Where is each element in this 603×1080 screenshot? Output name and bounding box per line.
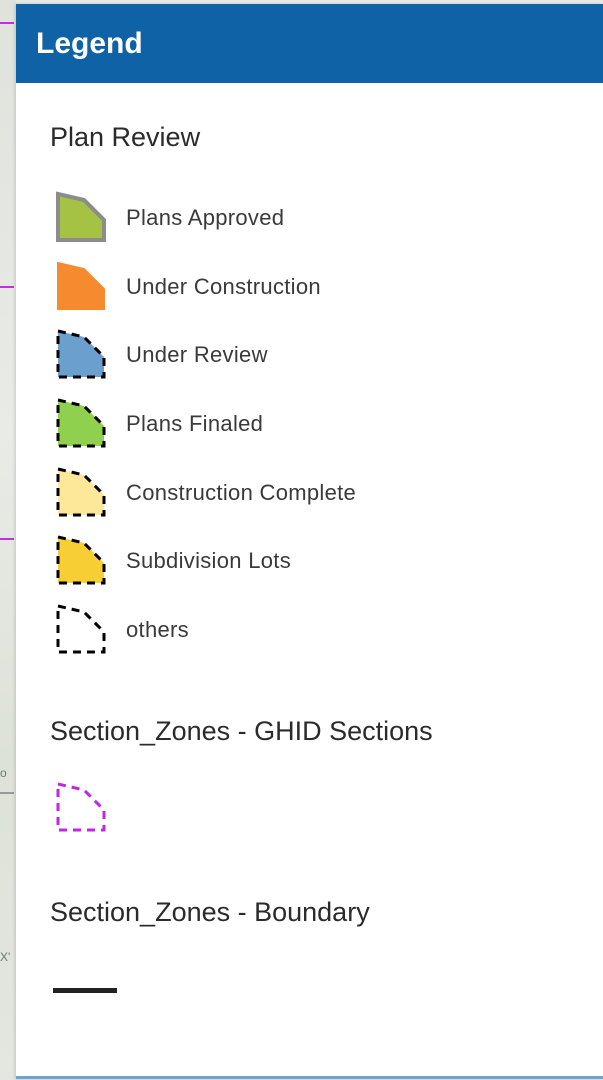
polygon-swatch-icon <box>56 329 106 379</box>
map-feature-line <box>0 792 14 794</box>
legend-item-label: Under Construction <box>126 274 321 299</box>
legend-item-label: others <box>126 617 189 642</box>
section-title-plan-review: Plan Review <box>50 122 201 152</box>
polygon-swatch-icon <box>56 467 106 517</box>
map-background[interactable]: o X' <box>0 0 16 1080</box>
boundary-line-swatch <box>53 988 117 993</box>
map-label: o <box>0 766 7 780</box>
polygon-swatch-icon <box>57 261 105 310</box>
legend-item-label: Construction Complete <box>126 480 357 505</box>
legend-header: Legend <box>16 4 603 83</box>
map-feature-line <box>0 538 14 540</box>
legend-item-label: Subdivision Lots <box>126 548 292 573</box>
polygon-swatch-icon <box>56 535 106 585</box>
polygon-swatch-icon <box>56 782 106 832</box>
polygon-swatch-icon <box>56 604 106 654</box>
legend-item-plans-approved: Plans Approved <box>52 190 284 246</box>
legend-item-label: Plans Approved <box>126 205 285 230</box>
legend-item-label: Under Review <box>126 342 268 367</box>
legend-item-plans-finaled: Plans Finaled <box>52 396 263 452</box>
ghid-section-swatch <box>52 780 110 841</box>
legend-item-construction-complete: Construction Complete <box>52 465 356 521</box>
legend-item-others: others <box>52 602 189 658</box>
map-feature-line <box>0 286 14 288</box>
polygon-swatch-icon <box>56 191 106 242</box>
map-label: X' <box>0 950 11 964</box>
legend-item-label: Plans Finaled <box>126 411 264 436</box>
legend-item-under-review: Under Review <box>52 327 268 383</box>
legend-title: Legend <box>36 26 143 60</box>
legend-panel: Legend Plan Review Plans Approved Under … <box>16 4 603 1079</box>
legend-item-under-construction: Under Construction <box>52 259 321 315</box>
section-title-ghid-sections: Section_Zones - GHID Sections <box>50 716 433 746</box>
map-feature-line <box>0 22 14 24</box>
legend-item-subdivision-lots: Subdivision Lots <box>52 533 291 589</box>
polygon-swatch-icon <box>56 398 106 448</box>
section-title-boundary: Section_Zones - Boundary <box>50 897 370 927</box>
